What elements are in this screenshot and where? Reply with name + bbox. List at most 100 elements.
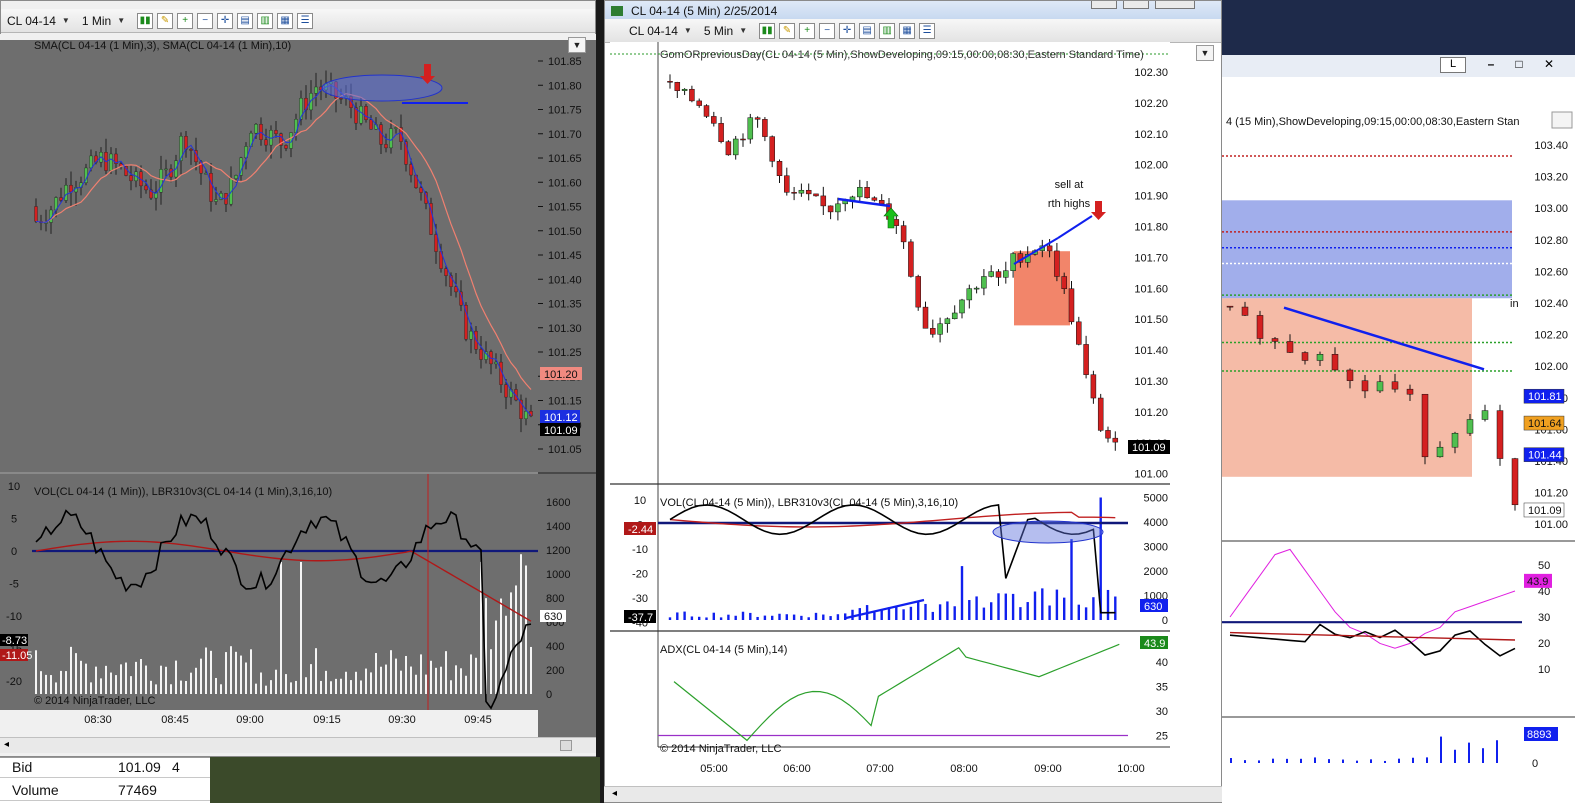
properties-icon[interactable]: ☰ [919,22,936,39]
volume-bar [220,684,222,694]
volume-bar [235,651,237,694]
tab-button[interactable]: L [1440,57,1466,73]
volume-bar [676,612,679,620]
osc-tick: 20 [1538,638,1550,650]
volume-bar [465,675,467,694]
middle-panel-menu-button[interactable]: ▼ [1196,45,1214,61]
zoom-in-icon[interactable]: + [177,12,194,29]
volume-bar [997,593,1000,620]
time-tick-label: 09:45 [464,714,492,726]
volume-bar [1041,588,1044,620]
volume-bar [290,682,292,694]
price-tick-label: 101.50 [548,226,582,238]
volume-bar [1328,759,1330,763]
candle-body [469,330,473,340]
candle-body [1436,446,1444,458]
volume-bar [836,614,840,620]
volume-bar [1370,759,1372,763]
crosshair-icon[interactable]: ✛ [839,22,856,39]
minimize-button[interactable]: – [1478,57,1504,73]
volume-bar [690,616,694,620]
volume-bar [140,659,142,694]
candle-body [129,175,133,182]
close-button[interactable] [1155,1,1195,9]
middle-chart-scrollbar[interactable]: ◂ [604,786,1222,802]
bar-type-icon[interactable]: ▮▮ [137,12,154,29]
zoom-in-icon[interactable]: + [799,22,816,39]
price-tick-label: 101.60 [1134,283,1168,295]
scroll-left-icon[interactable]: ◂ [4,739,9,750]
left-chart-scrollbar[interactable]: ◂ [0,737,596,753]
candle-body [732,138,739,156]
volume-bar [150,680,152,694]
properties-icon[interactable]: ☰ [297,12,314,29]
volume-bar [440,666,442,694]
osc-marker: 43.9 [1527,576,1548,588]
interval-selector[interactable]: 5 Min [704,24,733,38]
middle-chart-canvas[interactable]: GomORpreviousDay(CL 04-14 (5 Min),ShowDe… [610,42,1170,787]
right-chart-canvas[interactable]: 4 (15 Min),ShowDeveloping,09:15,00:00,08… [1222,77,1575,803]
chevron-down-icon[interactable]: ▼ [117,16,125,25]
candle-body [951,312,958,320]
candle-body [1226,305,1234,308]
scroll-left-icon[interactable]: ◂ [612,788,617,799]
price-tick-label: 101.15 [548,396,582,408]
volume-bar [771,615,774,620]
chevron-down-icon[interactable]: ▼ [684,26,692,35]
left-panel-menu-button[interactable]: ▼ [568,37,586,53]
osc-right-tick: 3000 [1144,542,1168,554]
volume-bar [1055,589,1059,620]
volume-bar [375,653,377,694]
maximize-button[interactable]: □ [1506,57,1532,73]
time-tick-label: 08:30 [84,714,112,726]
volume-bar [90,682,92,694]
data-box-icon[interactable]: ▤ [859,22,876,39]
maximize-button[interactable] [1123,1,1149,9]
crosshair-icon[interactable]: ✛ [217,12,234,29]
candle-body [184,136,188,150]
volume-bar [180,680,182,694]
price-tick-label: 101.20 [1534,488,1568,500]
strategies-icon[interactable]: ▦ [277,12,294,29]
candle-body [339,97,343,100]
minimize-button[interactable] [1091,1,1117,9]
price-tick-label: 101.60 [548,177,582,189]
price-tick-label: 101.45 [548,250,582,262]
instrument-selector[interactable]: CL 04-14 [7,14,56,28]
volume-bar [45,674,47,694]
osc-right-tick: 1600 [546,497,570,509]
bar-type-icon[interactable]: ▮▮ [759,22,776,39]
volume-bar [1026,602,1029,620]
chevron-down-icon[interactable]: ▼ [62,16,70,25]
price-tick-label: 101.30 [548,323,582,335]
instrument-selector[interactable]: CL 04-14 [629,24,678,38]
indicators-icon[interactable]: ▥ [879,22,896,39]
volume-bar [712,612,715,620]
interval-selector[interactable]: 1 Min [82,14,111,28]
price-tick-label: 101.25 [548,347,582,359]
osc-fast-marker: -37.7 [628,612,653,624]
candle-body [214,199,218,202]
quote-row-bid: Bid 101.09 4 [0,756,210,778]
volume-bar [185,681,187,694]
osc-right-tick: 0 [1162,615,1168,627]
close-button[interactable]: ✕ [1536,57,1562,73]
indicators-icon[interactable]: ▥ [257,12,274,29]
chevron-down-icon[interactable]: ▼ [739,26,747,35]
zoom-out-icon[interactable]: − [197,12,214,29]
data-box-icon[interactable]: ▤ [237,12,254,29]
volume-bar [310,664,312,694]
zoom-out-icon[interactable]: − [819,22,836,39]
volume-bar [1063,597,1066,620]
drawing-tool-icon[interactable]: ✎ [157,12,174,29]
drawing-tool-icon[interactable]: ✎ [779,22,796,39]
volume-bar [405,655,407,694]
left-chart-canvas[interactable]: SMA(CL 04-14 (1 Min),3), SMA(CL 04-14 (1… [0,34,596,756]
volume-bar [520,554,522,694]
volume-bar [822,614,825,620]
scroll-thumb[interactable] [560,740,572,751]
volume-bar [265,685,267,694]
volume-bar [65,671,67,694]
strategies-icon[interactable]: ▦ [899,22,916,39]
volume-bar [727,614,730,620]
